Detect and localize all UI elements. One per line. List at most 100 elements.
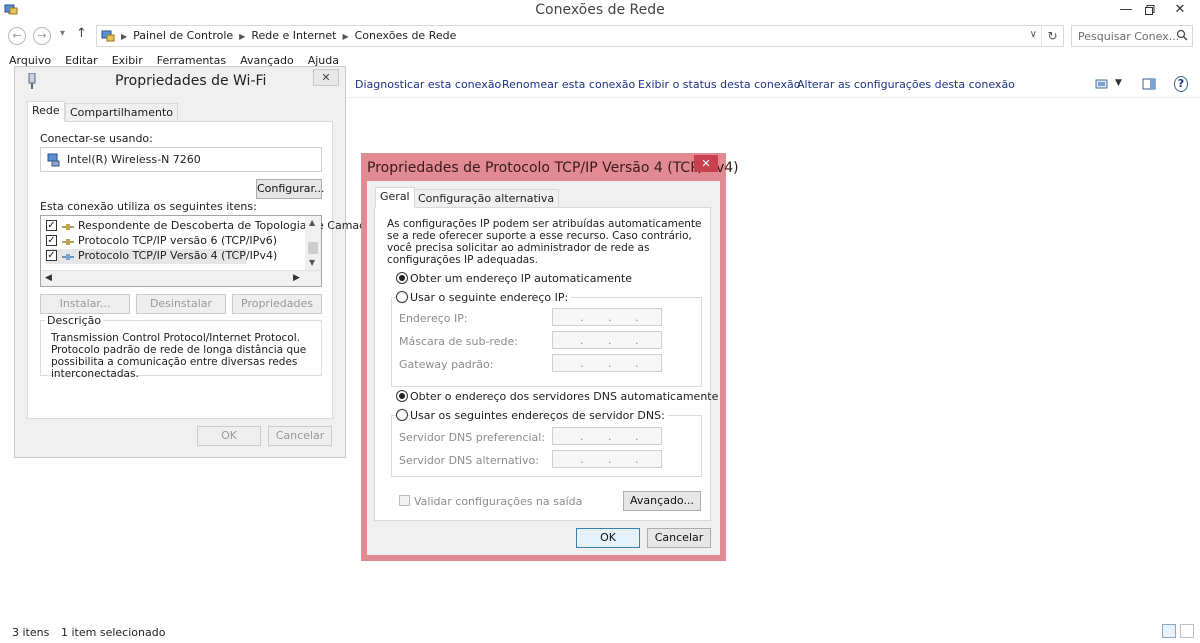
close-window-button[interactable]: ✕ bbox=[1164, 0, 1196, 20]
subnet-mask-field[interactable]: ... bbox=[552, 331, 662, 349]
ip-dot: . bbox=[580, 453, 584, 466]
breadcrumb-network-connections[interactable]: Conexões de Rede bbox=[355, 29, 457, 42]
dns-preferred-label: Servidor DNS preferencial: bbox=[399, 431, 546, 444]
item-label: Protocolo TCP/IP versão 6 (TCP/IPv6) bbox=[78, 234, 278, 247]
uninstall-button[interactable]: Desinstalar bbox=[136, 294, 226, 314]
change-view-icon[interactable] bbox=[1095, 78, 1109, 90]
restore-button[interactable] bbox=[1138, 0, 1162, 20]
item-checkbox[interactable]: ✓ bbox=[46, 250, 57, 261]
address-dropdown-icon[interactable]: ∨ bbox=[1030, 29, 1037, 40]
tab-network[interactable]: Rede bbox=[27, 101, 65, 122]
dns-alternate-field[interactable]: ... bbox=[552, 450, 662, 468]
forward-button[interactable]: → bbox=[33, 27, 51, 45]
ip-address-field[interactable]: ... bbox=[552, 308, 662, 326]
tcpip-cancel-button[interactable]: Cancelar bbox=[647, 528, 711, 548]
up-arrow-icon[interactable]: ↑ bbox=[76, 26, 87, 41]
ip-dot: . bbox=[608, 334, 612, 347]
advanced-button[interactable]: Avançado... bbox=[623, 491, 701, 511]
ip-dot: . bbox=[608, 311, 612, 324]
chevron-right-icon: ▶ bbox=[121, 32, 128, 41]
breadcrumb-network-internet[interactable]: Rede e Internet bbox=[251, 29, 336, 42]
network-protocol-icon bbox=[62, 254, 74, 260]
tcpip-dialog-titlebar: Propriedades de Protocolo TCP/IP Versão … bbox=[361, 153, 739, 181]
manual-dns-label[interactable]: Usar os seguintes endereços de servidor … bbox=[410, 409, 668, 422]
selection-count: 1 item selecionado bbox=[61, 626, 166, 639]
details-view-icon[interactable] bbox=[1162, 624, 1176, 638]
auto-ip-radio[interactable] bbox=[396, 272, 408, 284]
view-options-chevron-icon[interactable]: ▼ bbox=[1115, 78, 1122, 88]
scroll-up-icon[interactable]: ▲ bbox=[309, 218, 315, 227]
window-title: Conexões de Rede bbox=[535, 2, 665, 18]
scroll-thumb[interactable] bbox=[308, 242, 318, 254]
control-panel-icon bbox=[101, 30, 115, 42]
search-input[interactable]: Pesquisar Conex... bbox=[1071, 25, 1193, 47]
address-input[interactable]: ▶ Painel de Controle ▶ Rede e Internet ▶ Cone… bbox=[96, 25, 1064, 47]
wifi-adapter-icon bbox=[28, 73, 36, 89]
restore-icon bbox=[1145, 5, 1155, 15]
network-protocol-icon bbox=[62, 239, 74, 245]
ip-dot: . bbox=[580, 430, 584, 443]
search-icon bbox=[1176, 29, 1188, 41]
help-icon[interactable]: ? bbox=[1174, 76, 1188, 92]
description-label: Descrição bbox=[45, 314, 104, 327]
list-item[interactable]: ✓ Protocolo TCP/IP versão 6 (TCP/IPv6) bbox=[46, 234, 306, 249]
auto-ip-label[interactable]: Obter um endereço IP automaticamente bbox=[410, 272, 632, 285]
breadcrumb-control-panel[interactable]: Painel de Controle bbox=[133, 29, 233, 42]
manual-dns-radio[interactable] bbox=[396, 409, 408, 421]
ip-dot: . bbox=[608, 357, 612, 370]
item-checkbox[interactable]: ✓ bbox=[46, 220, 57, 231]
view-status-button[interactable]: Exibir o status desta conexão bbox=[638, 78, 800, 91]
large-icons-view-icon[interactable] bbox=[1180, 624, 1194, 638]
horizontal-scrollbar[interactable]: ◀ ▶ bbox=[41, 270, 321, 286]
install-button[interactable]: Instalar... bbox=[40, 294, 130, 314]
rename-connection-button[interactable]: Renomear esta conexão bbox=[502, 78, 635, 91]
vertical-scrollbar[interactable]: ▲ ▼ bbox=[305, 216, 321, 270]
tab-alternate-config[interactable]: Configuração alternativa bbox=[413, 189, 560, 208]
status-bar: 3 itens 1 item selecionado bbox=[0, 622, 1200, 643]
network-adapter-icon bbox=[47, 153, 60, 167]
manual-ip-radio[interactable] bbox=[396, 291, 408, 303]
wifi-properties-dialog: Propriedades de Wi-Fi ✕ Rede Compartilha… bbox=[14, 66, 373, 458]
back-button[interactable]: ← bbox=[8, 27, 26, 45]
scroll-left-icon[interactable]: ◀ bbox=[45, 273, 52, 283]
ip-dot: . bbox=[580, 357, 584, 370]
auto-dns-radio[interactable] bbox=[396, 390, 408, 402]
wifi-ok-button[interactable]: OK bbox=[197, 426, 261, 446]
preview-pane-icon[interactable] bbox=[1142, 78, 1156, 90]
intro-text: As configurações IP podem ser atribuídas… bbox=[387, 218, 702, 266]
description-group: Descrição Transmission Control Protocol/… bbox=[40, 314, 322, 380]
tab-general[interactable]: Geral bbox=[375, 187, 415, 208]
list-item-selected[interactable]: ✓ Protocolo TCP/IP Versão 4 (TCP/IPv4) bbox=[46, 249, 277, 264]
tcpip-properties-dialog: Propriedades de Protocolo TCP/IP Versão … bbox=[361, 153, 739, 561]
change-settings-button[interactable]: Alterar as configurações desta conexão bbox=[797, 78, 1015, 91]
ip-dot: . bbox=[635, 453, 639, 466]
properties-button[interactable]: Propriedades bbox=[232, 294, 322, 314]
wifi-cancel-button[interactable]: Cancelar bbox=[268, 426, 332, 446]
ip-dot: . bbox=[635, 357, 639, 370]
tcpip-dialog-close-button[interactable]: ✕ bbox=[694, 155, 718, 172]
scroll-right-icon[interactable]: ▶ bbox=[293, 273, 300, 283]
auto-dns-label[interactable]: Obter o endereço dos servidores DNS auto… bbox=[410, 390, 718, 403]
subnet-mask-label: Máscara de sub-rede: bbox=[399, 335, 518, 348]
ip-address-label: Endereço IP: bbox=[399, 312, 468, 325]
scroll-down-icon[interactable]: ▼ bbox=[309, 258, 315, 267]
validate-checkbox[interactable] bbox=[399, 495, 410, 506]
minimize-button[interactable]: — bbox=[1114, 0, 1138, 20]
tab-sharing[interactable]: Compartilhamento bbox=[65, 103, 179, 122]
list-item[interactable]: ✓ Respondente de Descoberta de Topologia… bbox=[46, 219, 373, 234]
manual-ip-label[interactable]: Usar o seguinte endereço IP: bbox=[410, 291, 572, 304]
components-list[interactable]: ✓ Respondente de Descoberta de Topologia… bbox=[40, 215, 373, 287]
diagnose-connection-button[interactable]: Diagnosticar esta conexão bbox=[355, 78, 501, 91]
dns-preferred-field[interactable]: ... bbox=[552, 427, 662, 445]
wifi-dialog-title: Propriedades de Wi-Fi bbox=[115, 73, 267, 89]
recent-locations-chevron-icon[interactable]: ▾ bbox=[60, 28, 65, 39]
gateway-field[interactable]: ... bbox=[552, 354, 662, 372]
wifi-dialog-close-button[interactable]: ✕ bbox=[313, 69, 339, 86]
network-protocol-icon bbox=[62, 224, 74, 230]
item-checkbox[interactable]: ✓ bbox=[46, 235, 57, 246]
configure-button[interactable]: Configurar... bbox=[256, 179, 325, 199]
refresh-icon[interactable]: ↻ bbox=[1041, 26, 1063, 46]
window-titlebar: Conexões de Rede — ✕ bbox=[0, 0, 1200, 22]
tcpip-ok-button[interactable]: OK bbox=[576, 528, 640, 548]
ip-dot: . bbox=[635, 311, 639, 324]
